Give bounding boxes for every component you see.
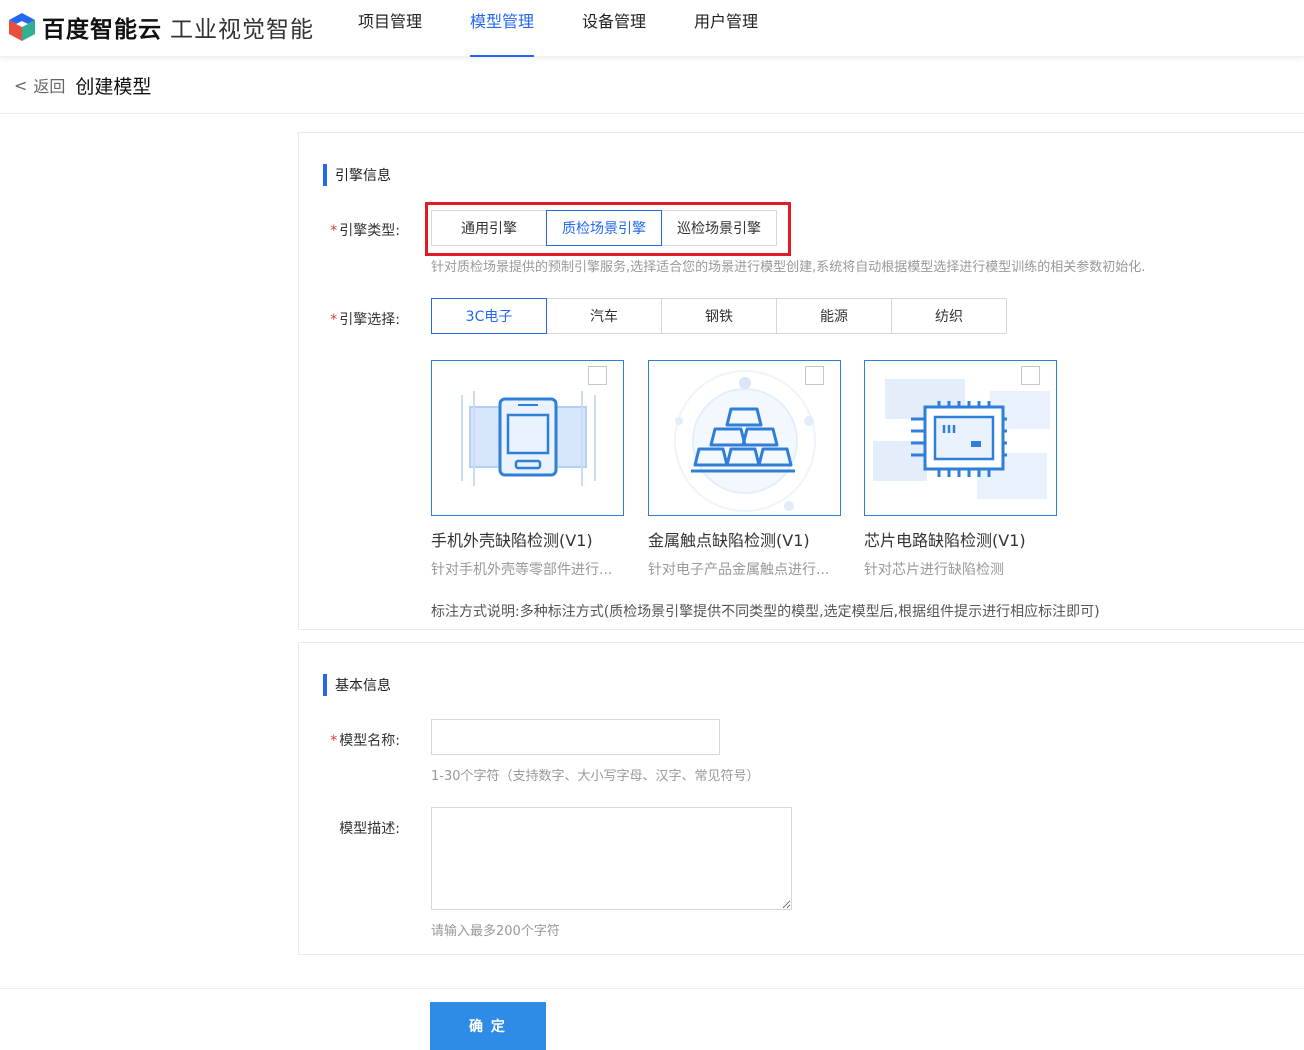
main-nav: 项目管理 模型管理 设备管理 用户管理 bbox=[358, 0, 806, 57]
basic-section-title: 基本信息 bbox=[323, 674, 391, 696]
model-name-label: * 模型名称: bbox=[330, 733, 400, 749]
section-bar bbox=[323, 674, 327, 696]
card-checkbox[interactable] bbox=[1021, 366, 1040, 385]
engine-select-label: * 引擎选择: bbox=[330, 312, 400, 328]
model-card-chip-title: 芯片电路缺陷检测(V1) bbox=[864, 531, 1026, 550]
model-card-phone-title: 手机外壳缺陷检测(V1) bbox=[431, 531, 593, 550]
model-card-metal[interactable] bbox=[648, 360, 841, 516]
model-desc-textarea[interactable] bbox=[431, 807, 792, 910]
chevron-left-icon: < bbox=[14, 75, 28, 95]
annotation-method-note: 标注方式说明:多种标注方式(质检场景引擎提供不同类型的模型,选定模型后,根据组件… bbox=[431, 604, 1100, 620]
model-desc-hint: 请输入最多200个字符 bbox=[431, 924, 560, 939]
model-card-metal-desc: 针对电子产品金属触点进行... bbox=[648, 562, 830, 578]
nav-item-models[interactable]: 模型管理 bbox=[470, 0, 535, 57]
industry-3c[interactable]: 3C电子 bbox=[431, 298, 547, 334]
engine-section-title: 引擎信息 bbox=[323, 164, 391, 186]
model-name-input[interactable] bbox=[431, 719, 720, 755]
industry-textile[interactable]: 纺织 bbox=[891, 298, 1007, 334]
nav-item-devices[interactable]: 设备管理 bbox=[582, 0, 646, 57]
product-name: 工业视觉智能 bbox=[170, 17, 314, 43]
required-mark: * bbox=[330, 733, 338, 749]
confirm-button[interactable]: 确 定 bbox=[430, 1002, 546, 1050]
model-card-phone-desc: 针对手机外壳等零部件进行... bbox=[431, 562, 613, 578]
required-mark: * bbox=[330, 223, 338, 239]
engine-type-quality[interactable]: 质检场景引擎 bbox=[546, 210, 662, 246]
required-mark: * bbox=[330, 312, 338, 328]
engine-section-title-text: 引擎信息 bbox=[335, 168, 391, 184]
card-checkbox[interactable] bbox=[805, 366, 824, 385]
model-card-phone[interactable] bbox=[431, 360, 624, 516]
engine-type-label: * 引擎类型: bbox=[330, 223, 400, 239]
top-header: 百度智能云 工业视觉智能 项目管理 模型管理 设备管理 用户管理 bbox=[0, 0, 1304, 57]
industry-steel[interactable]: 钢铁 bbox=[661, 298, 777, 334]
model-card-chip-desc: 针对芯片进行缺陷检测 bbox=[864, 562, 1004, 578]
page-subheader: < 返回 创建模型 bbox=[0, 57, 1304, 114]
basic-section-title-text: 基本信息 bbox=[335, 678, 391, 694]
card-checkbox[interactable] bbox=[588, 366, 607, 385]
engine-type-hint: 针对质检场景提供的预制引擎服务,选择适合您的场景进行模型创建,系统将自动根据模型… bbox=[431, 260, 1146, 275]
nav-item-projects[interactable]: 项目管理 bbox=[358, 0, 422, 57]
industry-auto[interactable]: 汽车 bbox=[546, 298, 662, 334]
nav-item-users[interactable]: 用户管理 bbox=[694, 0, 758, 57]
back-button[interactable]: < 返回 bbox=[14, 73, 65, 97]
back-label: 返回 bbox=[33, 77, 66, 96]
baidu-cloud-logo-icon bbox=[9, 13, 35, 41]
model-card-chip[interactable] bbox=[864, 360, 1057, 516]
model-name-hint: 1-30个字符（支持数字、大小写字母、汉字、常见符号） bbox=[431, 769, 760, 784]
industry-energy[interactable]: 能源 bbox=[776, 298, 892, 334]
form-footer bbox=[0, 988, 1304, 1050]
page-title: 创建模型 bbox=[75, 75, 152, 98]
model-desc-label: 模型描述: bbox=[339, 821, 400, 837]
model-card-metal-title: 金属触点缺陷检测(V1) bbox=[648, 531, 810, 550]
engine-industry-selector: 3C电子 汽车 钢铁 能源 纺织 bbox=[431, 298, 1007, 334]
brand-name: 百度智能云 bbox=[42, 17, 162, 43]
section-bar bbox=[323, 164, 327, 186]
logo[interactable]: 百度智能云 工业视觉智能 bbox=[6, 10, 314, 44]
